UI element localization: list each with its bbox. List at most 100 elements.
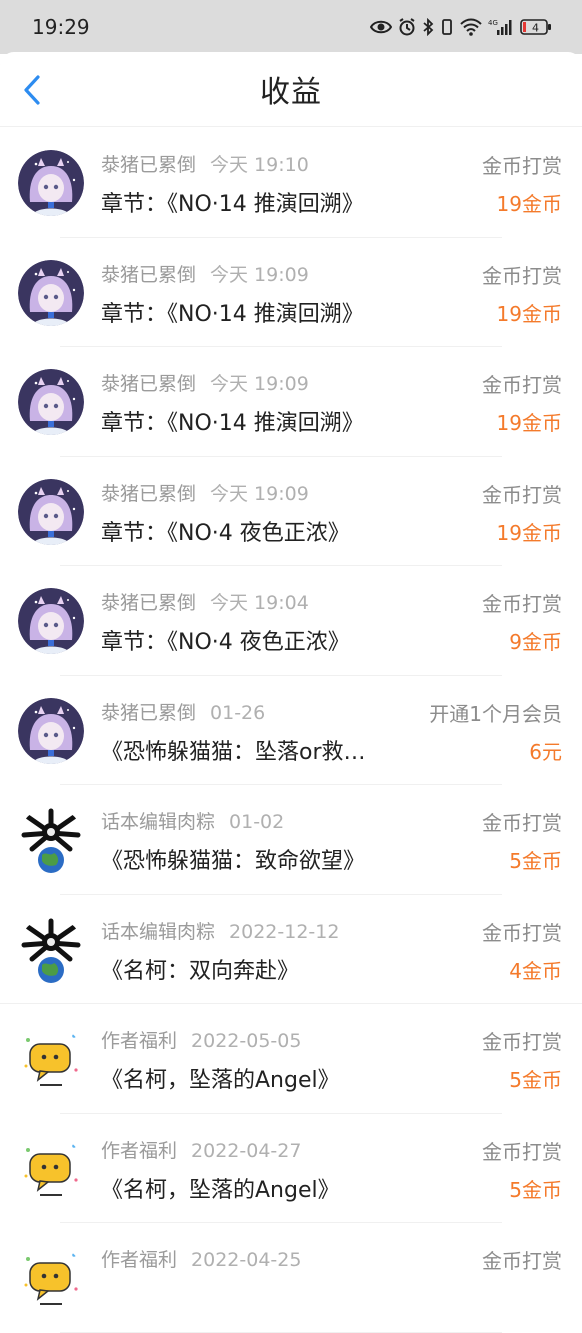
timestamp: 今天 19:04 (210, 592, 309, 614)
sender-line: 㳟猪已累倒 今天 19:10 (101, 150, 309, 177)
sender-name: 㳟猪已累倒 (101, 154, 197, 176)
timestamp: 01-26 (210, 701, 266, 724)
sender-line: 㳟猪已累倒 01-26 (101, 698, 265, 725)
earning-amount: 5金币 (509, 1068, 562, 1092)
yellow-chat-bubble-avatar[interactable] (18, 1245, 84, 1311)
sender-name: 作者福利 (101, 1249, 178, 1271)
list-item[interactable]: 㳟猪已累倒 今天 19:04 章节：《NO·4 夜色正浓》 金币打赏 9金币 (0, 566, 582, 676)
earning-amount: 6元 (529, 739, 562, 764)
earning-amount: 4金币 (509, 958, 562, 983)
list-item[interactable]: 㳟猪已累倒 01-26 《恐怖躲猫猫：坠落or救… 开通1个月会员 6元 (0, 676, 582, 785)
sender-line: 㳟猪已累倒 今天 19:09 (101, 260, 309, 287)
sender-line: 作者福利 2022-04-25 (101, 1245, 301, 1272)
earning-amount: 19金币 (496, 301, 562, 326)
list-item[interactable]: 话本编辑肉粽 2022-12-12 《名柯：双向奔赴》 金币打赏 4金币 (0, 895, 582, 1004)
yellow-chat-bubble-avatar[interactable] (18, 1135, 84, 1202)
earning-type: 开通1个月会员 (429, 701, 562, 726)
timestamp: 01-02 (229, 811, 285, 833)
anime-girl-avatar[interactable] (18, 478, 84, 545)
earning-type: 金币打赏 (482, 1139, 562, 1164)
earning-type: 金币打赏 (482, 482, 562, 507)
anime-girl-avatar[interactable] (18, 697, 84, 764)
list-item[interactable]: 作者福利 2022-04-27 《名柯，坠落的Angel》 金币打赏 5金币 (0, 1114, 582, 1223)
anime-girl-avatar[interactable] (18, 259, 84, 326)
sender-name: 作者福利 (101, 1139, 178, 1162)
anime-girl-avatar[interactable] (18, 588, 84, 654)
sender-name: 㳟猪已累倒 (101, 482, 197, 505)
back-arrow-icon[interactable] (18, 74, 48, 106)
work-title: 《恐怖躲猫猫：坠落or救… (101, 739, 366, 765)
header: 收益 (0, 52, 582, 126)
earning-amount: 5金币 (509, 849, 562, 873)
earning-amount: 19金币 (496, 411, 562, 435)
battery-level: 4 (532, 22, 539, 35)
timestamp: 今天 19:10 (210, 154, 309, 176)
earning-type: 金币打赏 (482, 920, 562, 945)
sender-name: 㳟猪已累倒 (101, 373, 197, 395)
earning-amount: 19金币 (496, 520, 562, 545)
earning-type: 金币打赏 (482, 154, 562, 178)
sender-line: 㳟猪已累倒 今天 19:09 (101, 479, 309, 506)
timestamp: 今天 19:09 (210, 373, 309, 395)
earning-type: 金币打赏 (482, 1249, 562, 1273)
timestamp: 2022-05-05 (191, 1030, 302, 1052)
earning-amount: 19金币 (496, 192, 562, 216)
alarm-icon (399, 18, 415, 36)
list-item[interactable]: 作者福利 2022-05-05 《名柯，坠落的Angel》 金币打赏 5金币 (0, 1004, 582, 1114)
sender-name: 作者福利 (101, 1030, 178, 1052)
anime-girl-avatar[interactable] (18, 150, 84, 216)
earning-type: 金币打赏 (482, 373, 562, 397)
list-item[interactable]: 㳟猪已累倒 今天 19:10 章节：《NO·14 推演回溯》 金币打赏 19金币 (0, 128, 582, 238)
page-title: 收益 (260, 75, 322, 110)
anime-girl-avatar[interactable] (18, 369, 84, 435)
work-title: 《恐怖躲猫猫：致命欲望》 (101, 849, 366, 874)
signal-icon: 4G (488, 19, 512, 35)
yellow-chat-bubble-avatar[interactable] (18, 1026, 84, 1092)
work-title: 章节：《NO·4 夜色正浓》 (101, 520, 350, 546)
sender-line: 话本编辑肉粽 2022-12-12 (101, 917, 339, 944)
timestamp: 2022-04-27 (191, 1139, 302, 1162)
earning-type: 金币打赏 (482, 1030, 562, 1054)
work-title: 章节：《NO·14 推演回溯》 (101, 411, 364, 436)
earning-type: 金币打赏 (482, 263, 562, 288)
work-title: 《名柯：双向奔赴》 (101, 958, 300, 984)
work-title: 《名柯，坠落的Angel》 (101, 1177, 340, 1203)
list-item[interactable]: 㳟猪已累倒 今天 19:09 章节：《NO·14 推演回溯》 金币打赏 19金币 (0, 347, 582, 457)
sender-line: 㳟猪已累倒 今天 19:09 (101, 369, 309, 396)
wifi-icon (460, 18, 482, 36)
vibrate-icon (442, 19, 452, 35)
bluetooth-icon (423, 18, 434, 36)
list-item[interactable]: 话本编辑肉粽 01-02 《恐怖躲猫猫：致命欲望》 金币打赏 5金币 (0, 785, 582, 895)
eye-icon (370, 20, 392, 34)
sender-line: 作者福利 2022-04-27 (101, 1136, 301, 1163)
status-bar: 19:29 4G 4 (0, 0, 582, 54)
timestamp: 今天 19:09 (210, 482, 309, 505)
earning-amount: 5金币 (509, 1177, 562, 1202)
earning-type: 金币打赏 (482, 811, 562, 835)
work-title: 《名柯，坠落的Angel》 (101, 1068, 340, 1093)
globe-creature-avatar[interactable] (18, 807, 84, 873)
divider (60, 1331, 502, 1333)
sender-line: 话本编辑肉粽 01-02 (101, 807, 284, 834)
globe-creature-avatar[interactable] (18, 916, 84, 983)
sender-name: 话本编辑肉粽 (101, 811, 216, 833)
timestamp: 2022-04-25 (191, 1249, 302, 1271)
sender-name: 㳟猪已累倒 (101, 592, 197, 614)
list-item[interactable]: 㳟猪已累倒 今天 19:09 章节：《NO·4 夜色正浓》 金币打赏 19金币 (0, 457, 582, 566)
sender-name: 㳟猪已累倒 (101, 701, 197, 724)
earnings-list: 㳟猪已累倒 今天 19:10 章节：《NO·14 推演回溯》 金币打赏 19金币 㳟猪已… (0, 128, 582, 1333)
sender-name: 话本编辑肉粽 (101, 920, 216, 943)
work-title: 章节：《NO·14 推演回溯》 (101, 301, 364, 327)
status-icons: 4G 4 (370, 18, 552, 36)
sender-line: 作者福利 2022-05-05 (101, 1026, 301, 1053)
sender-line: 㳟猪已累倒 今天 19:04 (101, 588, 309, 615)
earning-amount: 9金币 (509, 630, 562, 654)
timestamp: 今天 19:09 (210, 263, 309, 286)
status-time: 19:29 (32, 15, 90, 39)
list-item[interactable]: 作者福利 2022-04-25 金币打赏 (0, 1223, 582, 1333)
list-item[interactable]: 㳟猪已累倒 今天 19:09 章节：《NO·14 推演回溯》 金币打赏 19金币 (0, 238, 582, 347)
network-type: 4G (488, 19, 498, 27)
timestamp: 2022-12-12 (229, 920, 340, 943)
sender-name: 㳟猪已累倒 (101, 263, 197, 286)
battery-icon: 4 (520, 19, 551, 35)
